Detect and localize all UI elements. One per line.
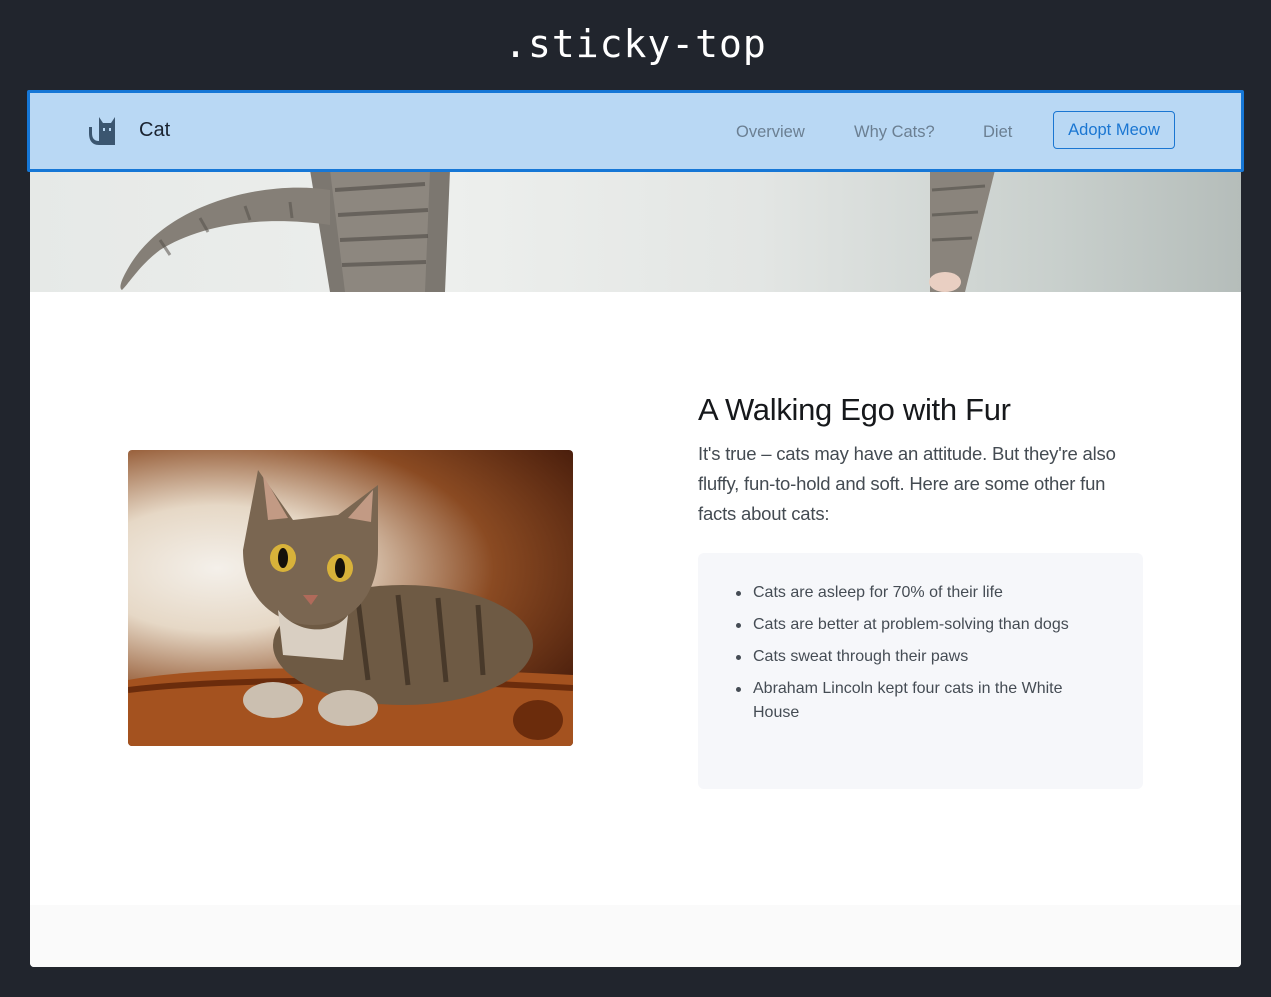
hero-image [30, 170, 1241, 292]
nav-link-diet[interactable]: Diet [983, 123, 1012, 142]
facts-list: Cats are asleep for 70% of their life Ca… [736, 581, 1093, 733]
cat-photo [128, 450, 573, 746]
section-heading: A Walking Ego with Fur [698, 392, 1011, 427]
fact-item: Cats sweat through their paws [736, 645, 1093, 669]
facts-card: Cats are asleep for 70% of their life Ca… [698, 553, 1143, 789]
footer-section [30, 905, 1241, 967]
sticky-navbar: Cat Overview Why Cats? Diet Adopt Meow [27, 90, 1244, 172]
fact-item: Cats are asleep for 70% of their life [736, 581, 1093, 605]
fact-item: Abraham Lincoln kept four cats in the Wh… [736, 677, 1093, 725]
section-intro: It's true – cats may have an attitude. B… [698, 443, 1116, 524]
nav-link-overview[interactable]: Overview [736, 123, 805, 142]
page-caption: .sticky-top [504, 22, 767, 66]
brand-name[interactable]: Cat [139, 119, 170, 142]
nav-link-why-cats[interactable]: Why Cats? [854, 123, 935, 142]
browser-viewport: A Walking Ego with Fur It's true – cats … [30, 92, 1241, 967]
cat-logo-icon[interactable] [85, 111, 125, 151]
adopt-meow-button[interactable]: Adopt Meow [1053, 111, 1175, 149]
fact-item: Cats are better at problem-solving than … [736, 613, 1093, 637]
